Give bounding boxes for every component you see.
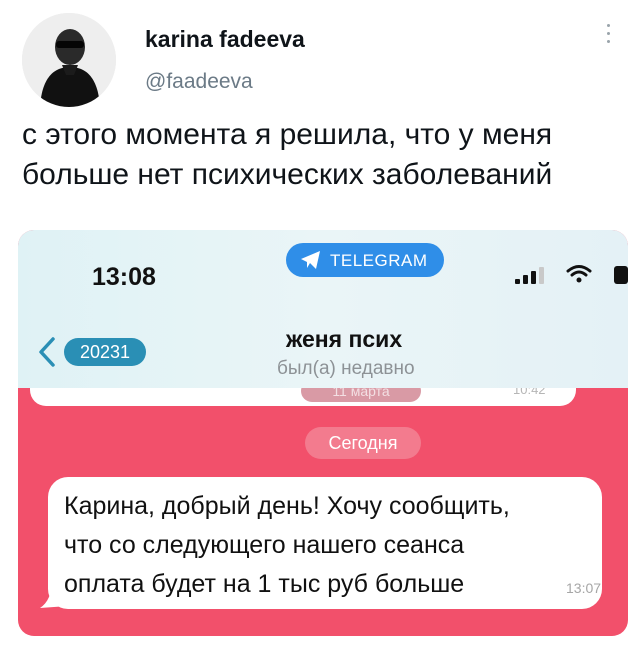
date-separator: Сегодня [305, 427, 421, 459]
author-name[interactable]: karina fadeeva [145, 26, 305, 53]
back-chevron-icon[interactable] [38, 337, 56, 367]
battery-icon [614, 266, 628, 284]
status-time: 13:08 [92, 263, 156, 291]
tweet-text-line: больше нет психических заболеваний [22, 158, 553, 191]
chat-title[interactable]: женя псих [286, 326, 402, 353]
more-vertical-icon[interactable] [604, 24, 612, 52]
attached-screenshot[interactable]: 11 марта 10:42 13:08 TELEGRAM 20231 женя… [18, 230, 628, 636]
chat-top-bar: 13:08 TELEGRAM 20231 женя псих был(а) не… [18, 230, 628, 388]
avatar[interactable] [22, 13, 116, 107]
telegram-pill: TELEGRAM [286, 243, 444, 277]
tweet-text-line: с этого момента я решила, что у меня [22, 118, 553, 151]
tweet-text: с этого момента я решила, что у меня бол… [22, 115, 622, 195]
chat-status: был(а) недавно [277, 358, 415, 379]
incoming-message-bubble[interactable]: Карина, добрый день! Хочу сообщить, что … [48, 477, 602, 609]
author-handle[interactable]: @faadeeva [145, 70, 253, 94]
message-line: что со следующего нашего сеанса [64, 531, 465, 559]
message-line: Карина, добрый день! Хочу сообщить, [64, 492, 510, 520]
telegram-plane-icon [301, 251, 320, 269]
message-time: 13:07 [566, 580, 602, 596]
message-line: оплата будет на 1 тыс руб больше [64, 570, 465, 598]
avatar-photo [22, 13, 116, 107]
message-text: Карина, добрый день! Хочу сообщить, что … [64, 487, 592, 604]
wifi-icon [566, 265, 592, 283]
signal-icon [515, 267, 544, 284]
telegram-label: TELEGRAM [330, 251, 428, 270]
back-unread-badge[interactable]: 20231 [64, 338, 146, 366]
